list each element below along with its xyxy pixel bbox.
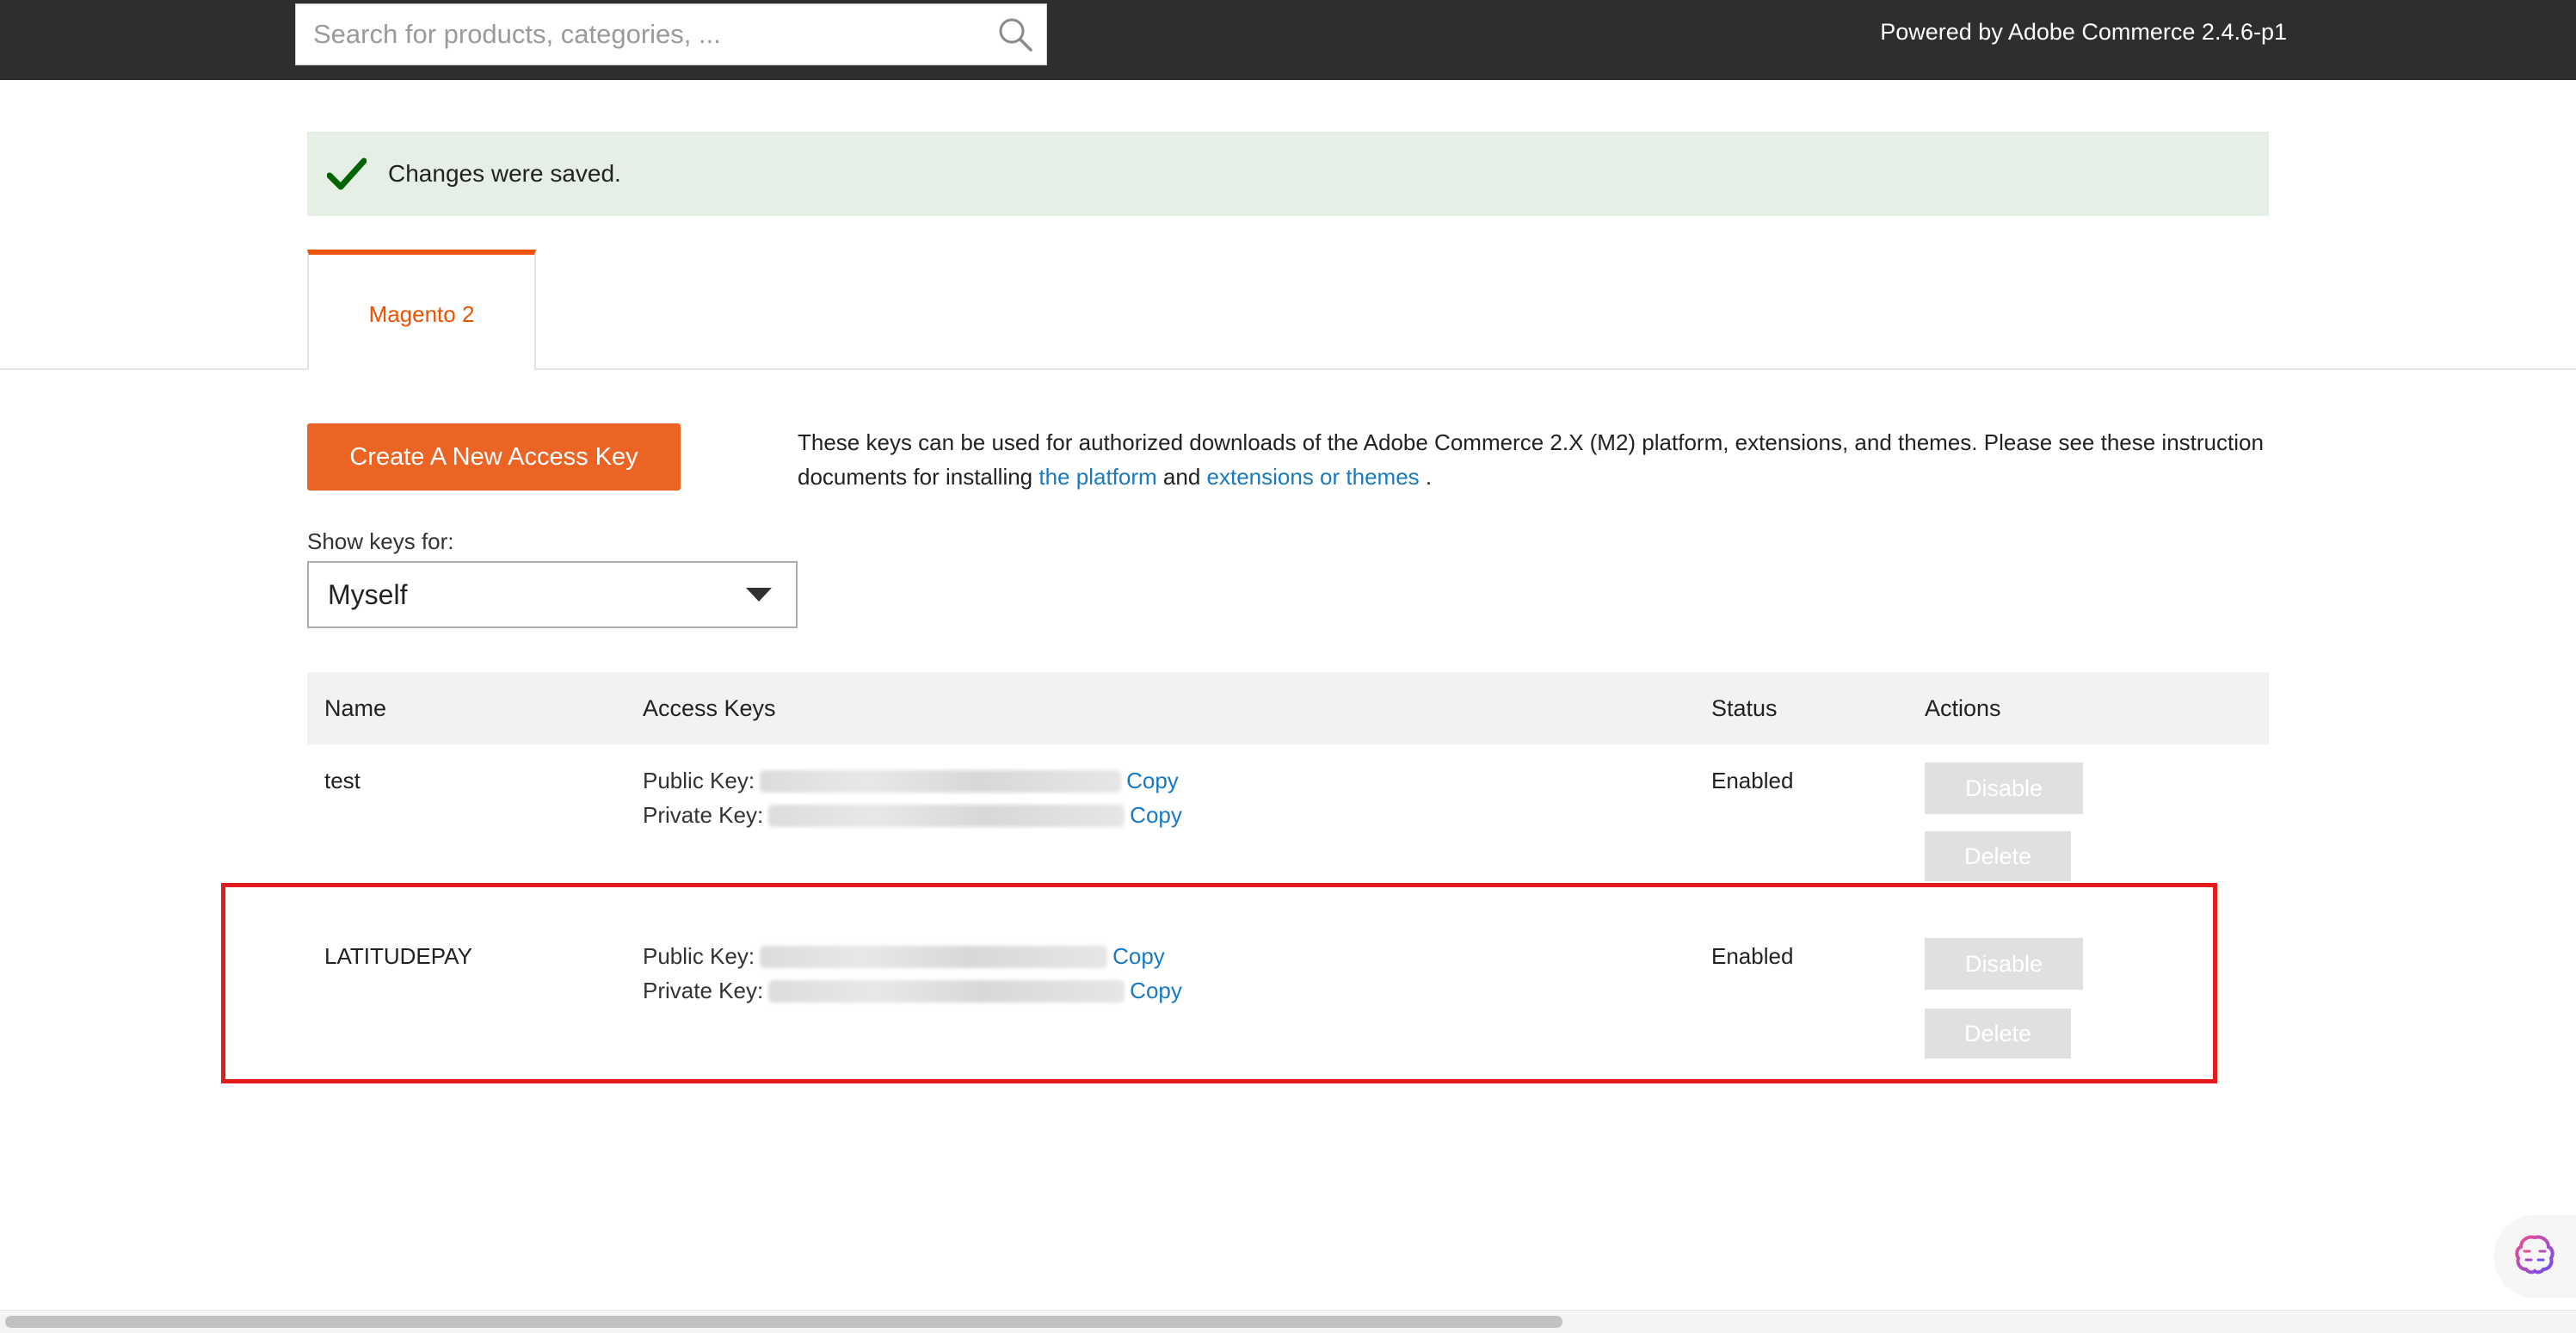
copy-public-key-link[interactable]: Copy xyxy=(1126,768,1179,794)
show-keys-select[interactable]: Myself xyxy=(307,561,798,628)
copy-private-key-link[interactable]: Copy xyxy=(1130,802,1182,829)
table-header: Name Access Keys Status Actions xyxy=(307,672,2269,744)
header-name: Name xyxy=(324,695,387,721)
info-text: These keys can be used for authorized do… xyxy=(798,425,2269,494)
success-message: Changes were saved. xyxy=(307,132,2269,216)
horizontal-scrollbar[interactable] xyxy=(0,1310,2576,1333)
disable-button[interactable]: Disable xyxy=(1925,762,2083,814)
assistant-button[interactable] xyxy=(2493,1215,2576,1298)
private-key-line: Private Key: Copy xyxy=(643,802,1182,829)
show-keys-selected: Myself xyxy=(328,578,408,610)
row-status: Enabled xyxy=(1711,768,1794,793)
scrollbar-thumb[interactable] xyxy=(5,1316,1562,1328)
create-access-key-button[interactable]: Create A New Access Key xyxy=(307,423,681,491)
top-bar: Powered by Adobe Commerce 2.4.6-p1 xyxy=(0,0,2576,80)
success-message-text: Changes were saved. xyxy=(388,160,621,187)
search-input[interactable] xyxy=(296,4,989,65)
extensions-themes-link[interactable]: extensions or themes xyxy=(1207,464,1420,490)
checkmark-icon xyxy=(326,153,367,194)
private-key-label: Private Key: xyxy=(643,802,764,828)
table-row: test Public Key: Copy Private Key: Copy … xyxy=(307,745,2269,883)
search-icon[interactable] xyxy=(989,9,1041,60)
row-name: test xyxy=(324,768,361,793)
public-key-line: Public Key: Copy xyxy=(643,768,1179,794)
header-access-keys: Access Keys xyxy=(643,695,776,721)
tab-magento-2[interactable]: Magento 2 xyxy=(307,250,536,370)
private-key-value xyxy=(768,804,1125,827)
show-keys-label: Show keys for: xyxy=(307,528,454,554)
dropdown-arrow-icon xyxy=(746,588,772,602)
header-status: Status xyxy=(1711,695,1778,721)
public-key-label: Public Key: xyxy=(643,768,755,793)
info-text-and: and xyxy=(1162,464,1201,490)
header-actions: Actions xyxy=(1925,695,2001,721)
info-text-end: . xyxy=(1425,464,1433,490)
search-box[interactable] xyxy=(295,3,1047,65)
public-key-value xyxy=(760,769,1122,793)
delete-button[interactable]: Delete xyxy=(1925,831,2071,881)
powered-by-text: Powered by Adobe Commerce 2.4.6-p1 xyxy=(1880,19,2287,45)
info-text-body: These keys can be used for authorized do… xyxy=(798,429,2264,490)
brain-assistant-icon xyxy=(2512,1232,2557,1281)
tab-label: Magento 2 xyxy=(368,300,475,327)
highlight-box xyxy=(221,883,2217,1083)
platform-link[interactable]: the platform xyxy=(1038,464,1156,490)
